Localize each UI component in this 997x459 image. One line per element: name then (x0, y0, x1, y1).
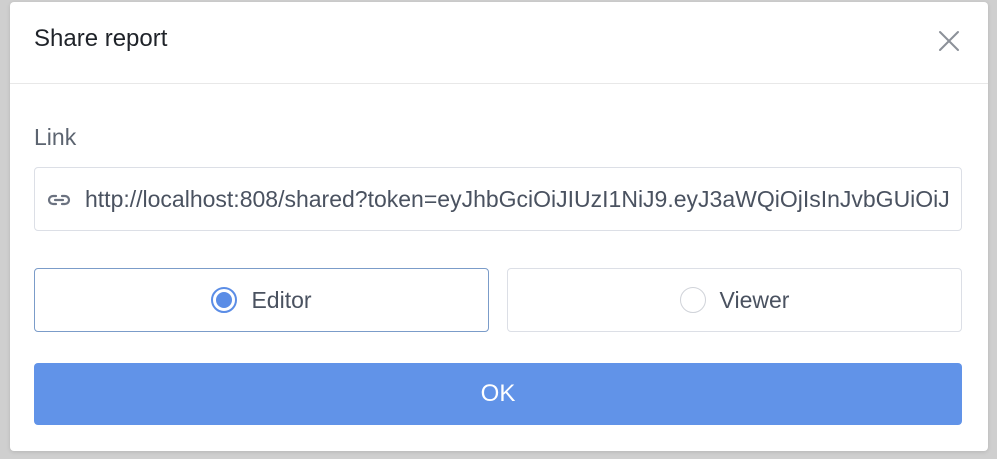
close-icon (939, 31, 959, 51)
link-label: Link (34, 124, 77, 150)
role-option-editor[interactable]: Editor (34, 268, 489, 332)
radio-group-editor: Editor (35, 269, 488, 331)
role-option-viewer[interactable]: Viewer (507, 268, 962, 332)
share-report-dialog: Share report Link Editor Viewer OK (10, 2, 988, 451)
link-field (34, 167, 962, 231)
close-button[interactable] (936, 28, 962, 54)
editor-radio[interactable] (211, 287, 238, 313)
radio-group-viewer: Viewer (508, 269, 961, 331)
viewer-label: Viewer (719, 287, 790, 313)
dialog-title: Share report (34, 25, 168, 52)
dialog-header: Share report (10, 2, 988, 84)
viewer-radio[interactable] (679, 287, 706, 313)
ok-button[interactable]: OK (34, 363, 962, 425)
link-icon (47, 194, 71, 206)
editor-label: Editor (251, 287, 312, 313)
link-input[interactable] (85, 168, 951, 230)
